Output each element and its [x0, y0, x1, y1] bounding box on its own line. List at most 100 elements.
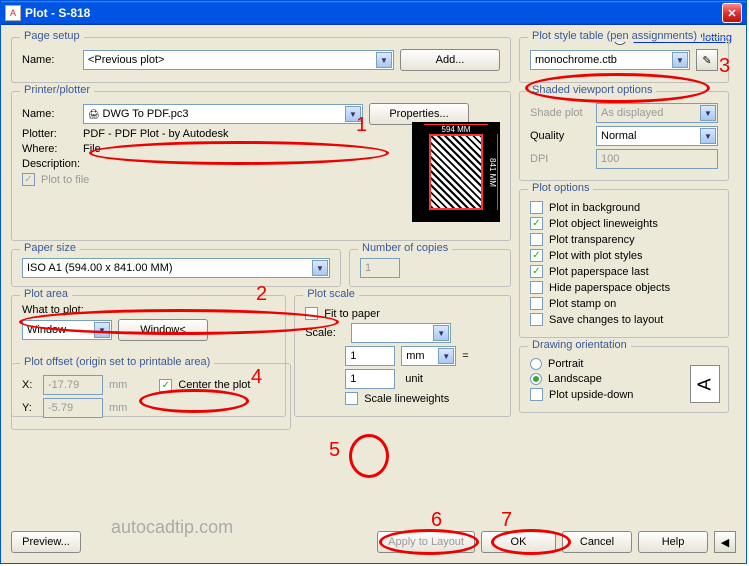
name-label: Name: [22, 108, 77, 120]
preview-button[interactable]: Preview... [11, 531, 81, 553]
scale-lw-label: Scale lineweights [364, 393, 449, 405]
mm-label: mm [109, 379, 127, 391]
group-title: Plot area [20, 288, 72, 300]
chevron-down-icon: ▼ [433, 325, 449, 341]
paperspace-checkbox[interactable]: ✓ [530, 265, 543, 278]
chevron-down-icon: ▼ [345, 106, 361, 122]
plot-dialog: A Plot - S-818 ✕ i Learn about Plotting … [0, 0, 747, 564]
style-edit-button[interactable]: ✎ [696, 49, 718, 71]
preview-width: 594 MM [424, 124, 488, 134]
paper-preview: 594 MM 841 MM [412, 122, 500, 222]
x-input: -17.79 [43, 375, 103, 395]
plot-style-group: Plot style table (pen assignments) monoc… [519, 37, 729, 83]
orientation-group: Drawing orientation Portrait Landscape P… [519, 346, 729, 413]
orientation-icon: A [690, 365, 720, 403]
center-plot-checkbox[interactable]: ✓ [159, 379, 172, 392]
trans-checkbox[interactable] [530, 233, 543, 246]
landscape-radio[interactable] [530, 373, 542, 385]
group-title: Page setup [20, 30, 84, 42]
chevron-down-icon: ▼ [438, 348, 454, 364]
quality-combo[interactable]: Normal▼ [596, 126, 718, 146]
shade-label: Shade plot [530, 107, 590, 119]
scale-numerator[interactable]: 1 [345, 346, 395, 366]
plot-options-group: Plot options Plot in background ✓Plot ob… [519, 189, 729, 338]
mm-label: mm [109, 402, 127, 414]
save-checkbox[interactable] [530, 313, 543, 326]
scale-combo[interactable]: ▼ [351, 323, 451, 343]
chevron-down-icon: ▼ [312, 260, 328, 276]
combo-value: monochrome.ctb [535, 54, 617, 66]
chevron-down-icon: ▼ [94, 322, 110, 338]
chevron-down-icon: ▼ [672, 52, 688, 68]
group-title: Plot scale [303, 288, 359, 300]
plotter-label: Plotter: [22, 128, 77, 140]
page-setup-name-combo[interactable]: <Previous plot> ▼ [83, 50, 394, 70]
printer-name-combo[interactable]: 🖨 DWG To PDF.pc3 ▼ [83, 104, 363, 124]
styles-checkbox[interactable]: ✓ [530, 249, 543, 262]
shaded-viewport-group: Shaded viewport options Shade plot As di… [519, 91, 729, 181]
combo-value: DWG To PDF.pc3 [103, 108, 189, 120]
plot-offset-group: Plot offset (origin set to printable are… [11, 363, 291, 430]
page-setup-group: Page setup Name: <Previous plot> ▼ Add..… [11, 37, 511, 83]
window-title: Plot - S-818 [25, 6, 722, 20]
dpi-input: 100 [596, 149, 718, 169]
bg-checkbox[interactable] [530, 201, 543, 214]
x-label: X: [22, 379, 37, 391]
scale-unit-combo[interactable]: mm ▼ [401, 346, 456, 366]
group-title: Drawing orientation [528, 339, 631, 351]
bottom-buttons: Preview... Apply to Layout OK Cancel Hel… [1, 527, 746, 557]
chevron-down-icon: ▼ [376, 52, 392, 68]
ok-button[interactable]: OK [481, 531, 556, 553]
scale-lineweights-checkbox[interactable] [345, 392, 358, 405]
fit-label: Fit to paper [324, 308, 380, 320]
what-to-plot-label: What to plot: [22, 304, 275, 316]
shade-plot-combo: As displayed▼ [596, 103, 718, 123]
window-pick-button[interactable]: Window< [118, 319, 208, 341]
group-title: Paper size [20, 242, 80, 254]
combo-value: <Previous plot> [88, 54, 164, 66]
apply-layout-button[interactable]: Apply to Layout [377, 531, 475, 553]
plot-to-file-label: Plot to file [41, 174, 89, 186]
y-input: -5.79 [43, 398, 103, 418]
copies-input: 1 [360, 258, 400, 278]
where-value: File [83, 143, 101, 155]
scale-denominator[interactable]: 1 [345, 369, 395, 389]
y-label: Y: [22, 402, 37, 414]
quality-label: Quality [530, 130, 590, 142]
lw-checkbox[interactable]: ✓ [530, 217, 543, 230]
expand-button[interactable]: ◀ [714, 531, 736, 553]
plotter-value: PDF - PDF Plot - by Autodesk [83, 128, 229, 140]
help-button[interactable]: Help [638, 531, 708, 553]
group-title: Printer/plotter [20, 84, 94, 96]
upside-checkbox[interactable] [530, 388, 543, 401]
paper-size-combo[interactable]: ISO A1 (594.00 x 841.00 MM) ▼ [22, 258, 330, 278]
portrait-radio[interactable] [530, 358, 542, 370]
combo-value: ISO A1 (594.00 x 841.00 MM) [27, 262, 173, 274]
plot-scale-group: Plot scale Fit to paper Scale: ▼ 1 mm [294, 295, 511, 417]
fit-to-paper-checkbox[interactable] [305, 307, 318, 320]
plot-to-file-checkbox: ✓ [22, 173, 35, 186]
pencil-icon: ✎ [702, 54, 711, 67]
add-button[interactable]: Add... [400, 49, 500, 71]
printer-group: Printer/plotter Name: 🖨 DWG To PDF.pc3 ▼… [11, 91, 511, 241]
group-title: Plot options [528, 182, 593, 194]
what-to-plot-combo[interactable]: Window ▼ [22, 320, 112, 340]
equals: = [462, 350, 468, 362]
copies-group: Number of copies 1 [349, 249, 511, 287]
name-label: Name: [22, 54, 77, 66]
where-label: Where: [22, 143, 77, 155]
close-button[interactable]: ✕ [722, 3, 742, 23]
chevron-down-icon: ▼ [700, 105, 716, 121]
stamp-checkbox[interactable] [530, 297, 543, 310]
cancel-button[interactable]: Cancel [562, 531, 632, 553]
desc-label: Description: [22, 158, 92, 170]
scale-label: Scale: [305, 327, 345, 339]
hide-checkbox[interactable] [530, 281, 543, 294]
chevron-down-icon: ▼ [700, 128, 716, 144]
chevron-left-icon: ◀ [721, 536, 729, 549]
plot-style-combo[interactable]: monochrome.ctb ▼ [530, 50, 690, 70]
group-title: Shaded viewport options [528, 84, 656, 96]
combo-value: Window [27, 324, 66, 336]
paper-size-group: Paper size ISO A1 (594.00 x 841.00 MM) ▼ [11, 249, 341, 287]
dpi-label: DPI [530, 153, 590, 165]
